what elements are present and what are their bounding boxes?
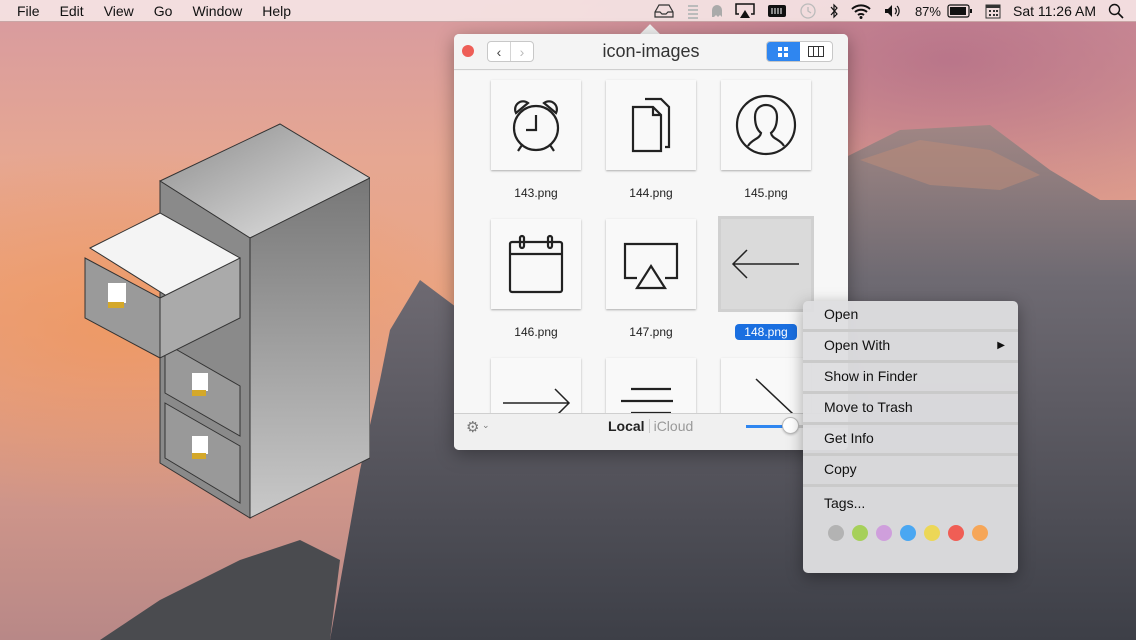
progress-bars-icon[interactable] — [687, 0, 699, 22]
tag-orange[interactable] — [972, 525, 988, 541]
slider-knob[interactable] — [782, 417, 799, 434]
grid-icon — [778, 46, 789, 57]
file-item[interactable]: 145.png — [721, 80, 811, 200]
tag-blue[interactable] — [900, 525, 916, 541]
menu-item-tags[interactable]: Tags... — [803, 487, 1018, 519]
file-item[interactable] — [721, 358, 811, 413]
wifi-icon[interactable] — [851, 0, 871, 22]
file-item[interactable] — [491, 358, 581, 413]
file-item[interactable]: 143.png — [491, 80, 581, 200]
file-name: 143.png — [514, 186, 558, 200]
menu-view[interactable]: View — [94, 0, 144, 22]
file-item[interactable]: 147.png — [606, 219, 696, 339]
source-switch: Local iCloud — [608, 418, 693, 434]
user-circle-icon — [721, 80, 811, 170]
menu-item-open[interactable]: Open — [803, 301, 1018, 332]
icon-view-button[interactable] — [767, 42, 800, 61]
calendar-menu-icon[interactable] — [985, 0, 1001, 22]
menu-item-open-with[interactable]: Open With ▶ — [803, 332, 1018, 363]
tag-yellow[interactable] — [924, 525, 940, 541]
gear-icon[interactable]: ⚙ — [466, 418, 479, 436]
finder-popover: ‹ › icon-images 143.png 144.png 145.png … — [454, 34, 848, 450]
spotlight-search-icon[interactable] — [1108, 0, 1124, 22]
filing-cabinet-icon[interactable] — [80, 118, 370, 528]
file-item[interactable] — [606, 358, 696, 413]
file-item-selected[interactable]: 148.png — [721, 219, 811, 340]
documents-icon — [606, 80, 696, 170]
airplay-icon[interactable] — [735, 0, 755, 22]
title-bar: ‹ › icon-images — [454, 34, 848, 70]
file-name: 145.png — [744, 186, 788, 200]
local-tab[interactable]: Local — [608, 418, 645, 434]
file-name: 148.png — [721, 324, 811, 340]
menu-item-move-to-trash[interactable]: Move to Trash — [803, 394, 1018, 425]
column-view-button[interactable] — [800, 42, 833, 61]
file-name: 144.png — [629, 186, 673, 200]
divider — [648, 419, 650, 433]
chevron-down-icon[interactable]: ⌄ — [482, 420, 490, 431]
menu-file[interactable]: File — [0, 0, 50, 22]
file-name: 146.png — [514, 325, 558, 339]
battery-percent[interactable]: 87% — [915, 0, 941, 22]
ghost-icon[interactable] — [711, 0, 723, 22]
file-item[interactable]: 144.png — [606, 80, 696, 200]
time-machine-icon[interactable] — [799, 0, 817, 22]
tag-green[interactable] — [852, 525, 868, 541]
columns-icon — [807, 46, 824, 57]
menu-go[interactable]: Go — [144, 0, 183, 22]
battery-icon[interactable] — [947, 0, 973, 22]
status-area: 87% Sat 11:26 AM — [647, 0, 1136, 22]
bluetooth-icon[interactable] — [829, 0, 839, 22]
view-mode-segment — [766, 41, 833, 62]
menu-item-get-info[interactable]: Get Info — [803, 425, 1018, 456]
menu-bar: File Edit View Go Window Help 87% Sat 11… — [0, 0, 1136, 22]
footer-bar: ⚙ ⌄ Local iCloud — [454, 413, 848, 450]
airplay-file-icon — [606, 219, 696, 309]
clock[interactable]: Sat 11:26 AM — [1013, 0, 1096, 22]
arrow-left-icon — [721, 219, 811, 309]
inbox-tray-icon[interactable] — [653, 0, 675, 22]
menu-lines-icon — [606, 358, 696, 413]
volume-icon[interactable] — [883, 0, 903, 22]
file-item[interactable]: 146.png — [491, 219, 581, 339]
tag-red[interactable] — [948, 525, 964, 541]
menu-item-show-in-finder[interactable]: Show in Finder — [803, 363, 1018, 394]
context-menu: Open Open With ▶ Show in Finder Move to T… — [803, 301, 1018, 573]
file-grid: 143.png 144.png 145.png 146.png 147.png … — [454, 71, 848, 413]
memory-chip-icon[interactable] — [767, 0, 787, 22]
menu-window[interactable]: Window — [182, 0, 252, 22]
tag-gray[interactable] — [828, 525, 844, 541]
arrow-right-icon — [491, 358, 581, 413]
menu-edit[interactable]: Edit — [50, 0, 94, 22]
submenu-arrow-icon: ▶ — [997, 340, 1005, 351]
alarm-clock-icon — [491, 80, 581, 170]
tag-colors — [803, 525, 1018, 541]
calendar-icon — [491, 219, 581, 309]
icloud-tab[interactable]: iCloud — [654, 418, 694, 434]
menu-help[interactable]: Help — [252, 0, 301, 22]
chevron-right-icon — [721, 358, 811, 413]
tag-purple[interactable] — [876, 525, 892, 541]
menu-item-copy[interactable]: Copy — [803, 456, 1018, 487]
file-name: 147.png — [629, 325, 673, 339]
